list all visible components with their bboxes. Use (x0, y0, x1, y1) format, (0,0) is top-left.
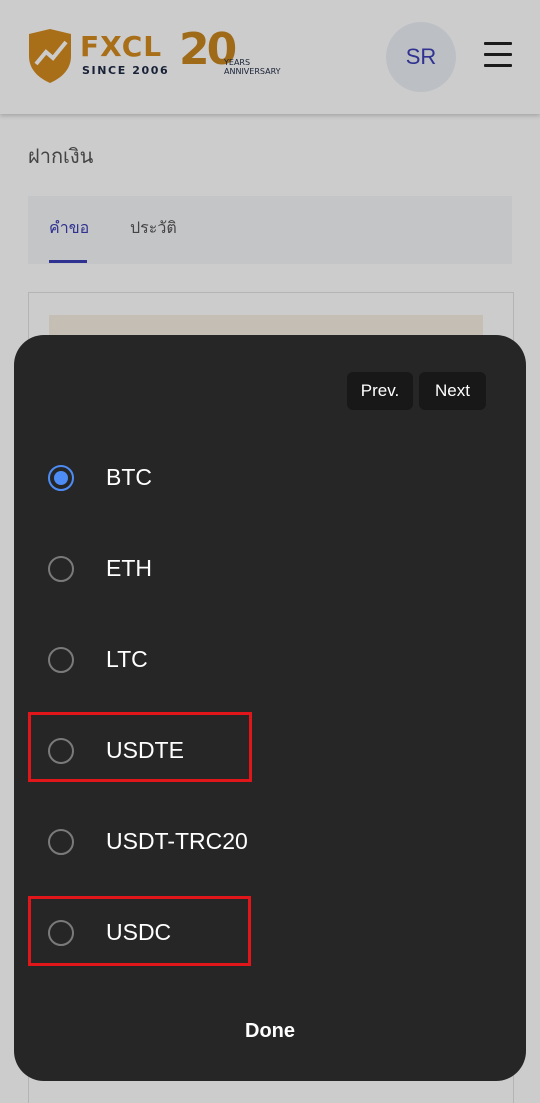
next-button[interactable]: Next (419, 372, 486, 410)
option-eth[interactable]: ETH (14, 529, 526, 609)
radio-button-icon[interactable] (48, 556, 74, 582)
highlight-box-usdte (28, 712, 252, 782)
radio-button-icon[interactable] (48, 829, 74, 855)
option-btc[interactable]: BTC (14, 438, 526, 518)
radio-button-icon[interactable] (48, 647, 74, 673)
radio-button-icon[interactable] (48, 465, 74, 491)
option-label: BTC (106, 464, 152, 490)
option-ltc[interactable]: LTC (14, 620, 526, 700)
option-label: ETH (106, 555, 152, 581)
highlight-box-usdc (28, 896, 251, 966)
prev-button[interactable]: Prev. (347, 372, 413, 410)
done-button[interactable]: Done (220, 1015, 320, 1047)
option-label: LTC (106, 646, 148, 672)
option-usdt-trc20[interactable]: USDT-TRC20 (14, 802, 526, 882)
currency-picker-sheet: Prev. Next BTC ETH LTC USDTE USDT-TRC20 … (14, 335, 526, 1081)
option-label: USDT-TRC20 (106, 828, 248, 854)
